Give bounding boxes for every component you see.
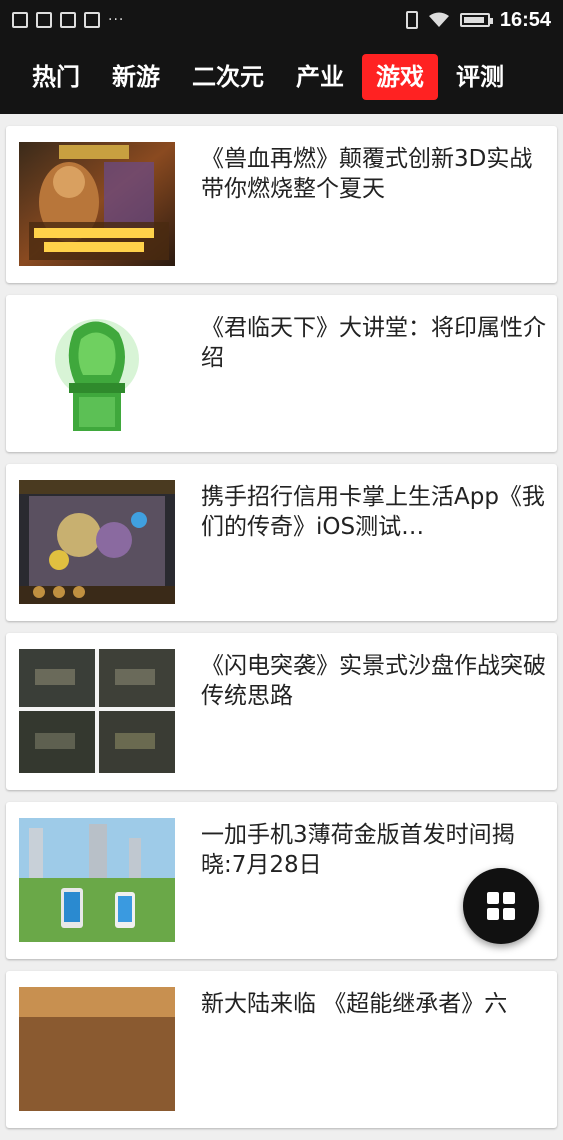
- tank-grid-thumbnail: [19, 649, 175, 773]
- article-card[interactable]: 新大陆来临 《超能继承者》六: [6, 971, 557, 1128]
- vibrate-icon: [405, 11, 418, 29]
- tab-reviews[interactable]: 评测: [442, 54, 518, 100]
- more-notifications-indicator: ···: [108, 12, 125, 28]
- tab-new-games[interactable]: 新游: [98, 54, 174, 100]
- phones-outdoor-thumbnail: [19, 818, 175, 942]
- grid-icon: [487, 892, 515, 920]
- image-icon: [12, 12, 28, 28]
- tab-anime[interactable]: 二次元: [178, 54, 278, 100]
- article-title: 携手招行信用卡掌上生活App《我们的传奇》iOS测试…: [201, 484, 545, 540]
- article-title: 《兽血再燃》颠覆式创新3D实战 带你燃烧整个夏天: [201, 146, 533, 202]
- article-card[interactable]: 携手招行信用卡掌上生活App《我们的传奇》iOS测试…: [6, 464, 557, 621]
- package-icon: [60, 12, 76, 28]
- grid-menu-button[interactable]: [463, 868, 539, 944]
- package-icon: [84, 12, 100, 28]
- jade-seal-thumbnail: [19, 311, 175, 435]
- game-art-thumbnail: [19, 142, 175, 266]
- battery-icon: [459, 13, 493, 27]
- article-title: 《闪电突袭》实景式沙盘作战突破传统思路: [201, 653, 546, 709]
- category-tab-bar: 热门 新游 二次元 产业 游戏 评测: [0, 40, 563, 114]
- tab-games[interactable]: 游戏: [362, 54, 438, 100]
- article-card[interactable]: 《兽血再燃》颠覆式创新3D实战 带你燃烧整个夏天: [6, 126, 557, 283]
- article-title: 《君临天下》大讲堂：将印属性介绍: [201, 315, 546, 371]
- status-bar: ··· 16:54: [0, 0, 563, 40]
- notification-icons: ···: [12, 12, 124, 28]
- article-list: 《兽血再燃》颠覆式创新3D实战 带你燃烧整个夏天 《君临天下》大讲堂：将印属性介…: [6, 126, 557, 1140]
- battery-level: [463, 17, 484, 23]
- game-battle-thumbnail: [19, 480, 175, 604]
- tab-hot[interactable]: 热门: [18, 54, 94, 100]
- download-icon: [36, 12, 52, 28]
- clock: 16:54: [499, 8, 551, 31]
- wifi-icon: [428, 12, 449, 27]
- article-title: 新大陆来临 《超能继承者》六: [201, 991, 508, 1017]
- article-card[interactable]: 《君临天下》大讲堂：将印属性介绍: [6, 295, 557, 452]
- article-card[interactable]: 《闪电突袭》实景式沙盘作战突破传统思路: [6, 633, 557, 790]
- partial-thumbnail: [19, 987, 175, 1111]
- tab-industry[interactable]: 产业: [282, 54, 358, 100]
